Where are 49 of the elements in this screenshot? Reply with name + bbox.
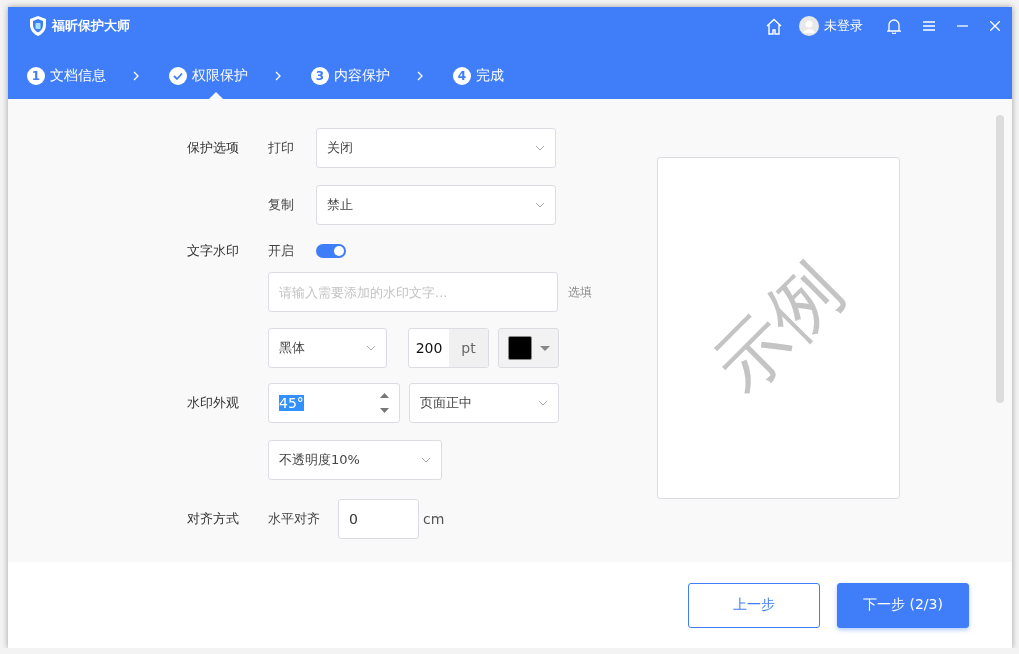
chevron-right-icon: [417, 71, 423, 81]
step-tab[interactable]: 1 文档信息: [27, 53, 106, 99]
step-number: 1: [27, 67, 45, 85]
rotation-spinner[interactable]: 45°: [268, 383, 400, 423]
step-tab[interactable]: 4 完成: [453, 53, 504, 99]
menu-icon[interactable]: [923, 21, 935, 31]
back-button[interactable]: 上一步: [688, 582, 820, 628]
chevron-down-icon: [538, 400, 548, 406]
app-title: 福昕保护大师: [52, 17, 130, 35]
field-label: 复制: [268, 196, 295, 214]
field-label: 打印: [268, 139, 295, 157]
spinner-arrows-icon[interactable]: [380, 391, 389, 415]
section-label: 文字水印: [187, 242, 240, 260]
step-number: 3: [311, 67, 329, 85]
shield-logo-icon: [28, 15, 48, 37]
unit-label: cm: [423, 511, 445, 527]
home-icon[interactable]: [765, 17, 783, 35]
dropdown[interactable]: 关闭: [316, 128, 556, 168]
step-number: 4: [453, 67, 471, 85]
step-tab[interactable]: 3 内容保护: [311, 53, 390, 99]
next-button[interactable]: 下一步 (2/3): [837, 582, 969, 628]
chevron-down-icon: [535, 145, 545, 151]
login-status-link[interactable]: 未登录: [824, 17, 863, 35]
avatar-icon[interactable]: [799, 16, 819, 36]
dropdown[interactable]: 页面正中: [409, 383, 559, 423]
dropdown[interactable]: 禁止: [316, 185, 556, 225]
section-label: 保护选项: [187, 139, 240, 157]
watermark-preview-text: 示例: [696, 245, 860, 410]
chevron-down-icon: [421, 457, 431, 463]
section-label: 水印外观: [187, 394, 240, 412]
chevron-down-icon: [535, 202, 545, 208]
field-label: 开启: [268, 242, 295, 260]
chevron-right-icon: [133, 71, 139, 81]
chevron-right-icon: [275, 71, 281, 81]
close-icon[interactable]: [990, 21, 1000, 31]
optional-note: 选填: [568, 283, 592, 301]
toggle-switch[interactable]: [316, 244, 346, 258]
section-label: 对齐方式: [187, 510, 240, 528]
dropdown[interactable]: 黑体: [268, 328, 387, 368]
color-picker[interactable]: [498, 328, 559, 368]
dropdown[interactable]: 不透明度10%: [268, 440, 442, 480]
horizontal-offset-field[interactable]: 0: [338, 499, 419, 539]
bell-icon[interactable]: [887, 18, 901, 34]
chevron-down-icon: [366, 345, 376, 351]
caret-down-icon: [539, 345, 550, 351]
scrollbar[interactable]: [996, 115, 1004, 403]
font-size-field[interactable]: 200 pt: [408, 328, 489, 368]
step-tab[interactable]: 权限保护: [169, 53, 248, 99]
field-label: 水平对齐: [268, 510, 321, 528]
